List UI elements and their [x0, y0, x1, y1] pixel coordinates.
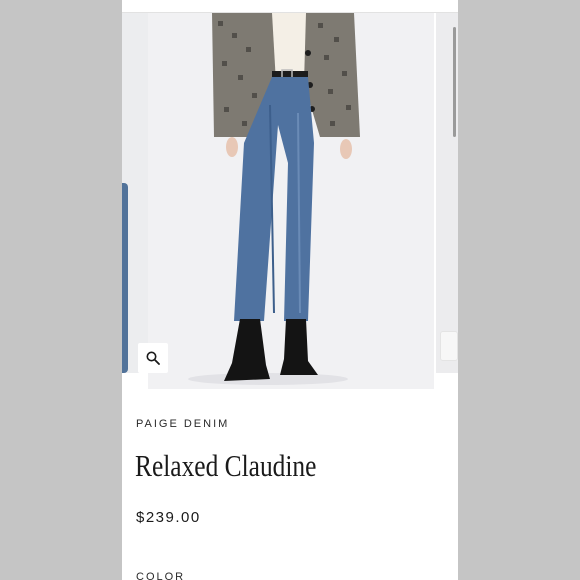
magnifier-icon	[146, 351, 160, 365]
product-image[interactable]	[148, 13, 434, 389]
previous-image-jeans	[122, 183, 128, 373]
model-photo	[188, 13, 360, 385]
scrollbar[interactable]	[453, 27, 456, 137]
top-bar	[122, 0, 458, 13]
right-backdrop	[458, 0, 580, 580]
product-price: $239.00	[136, 509, 201, 526]
previous-image-peek[interactable]	[122, 13, 148, 373]
product-page: PAIGE DENIM Relaxed Claudine $239.00 COL…	[122, 0, 458, 580]
zoom-button[interactable]	[138, 343, 168, 373]
product-image-gallery[interactable]	[122, 13, 458, 391]
gallery-next-control[interactable]	[440, 331, 458, 361]
left-backdrop	[0, 0, 122, 580]
product-title: Relaxed Claudine	[135, 448, 317, 483]
brand-name[interactable]: PAIGE DENIM	[136, 418, 229, 430]
color-label: COLOR	[136, 571, 186, 580]
